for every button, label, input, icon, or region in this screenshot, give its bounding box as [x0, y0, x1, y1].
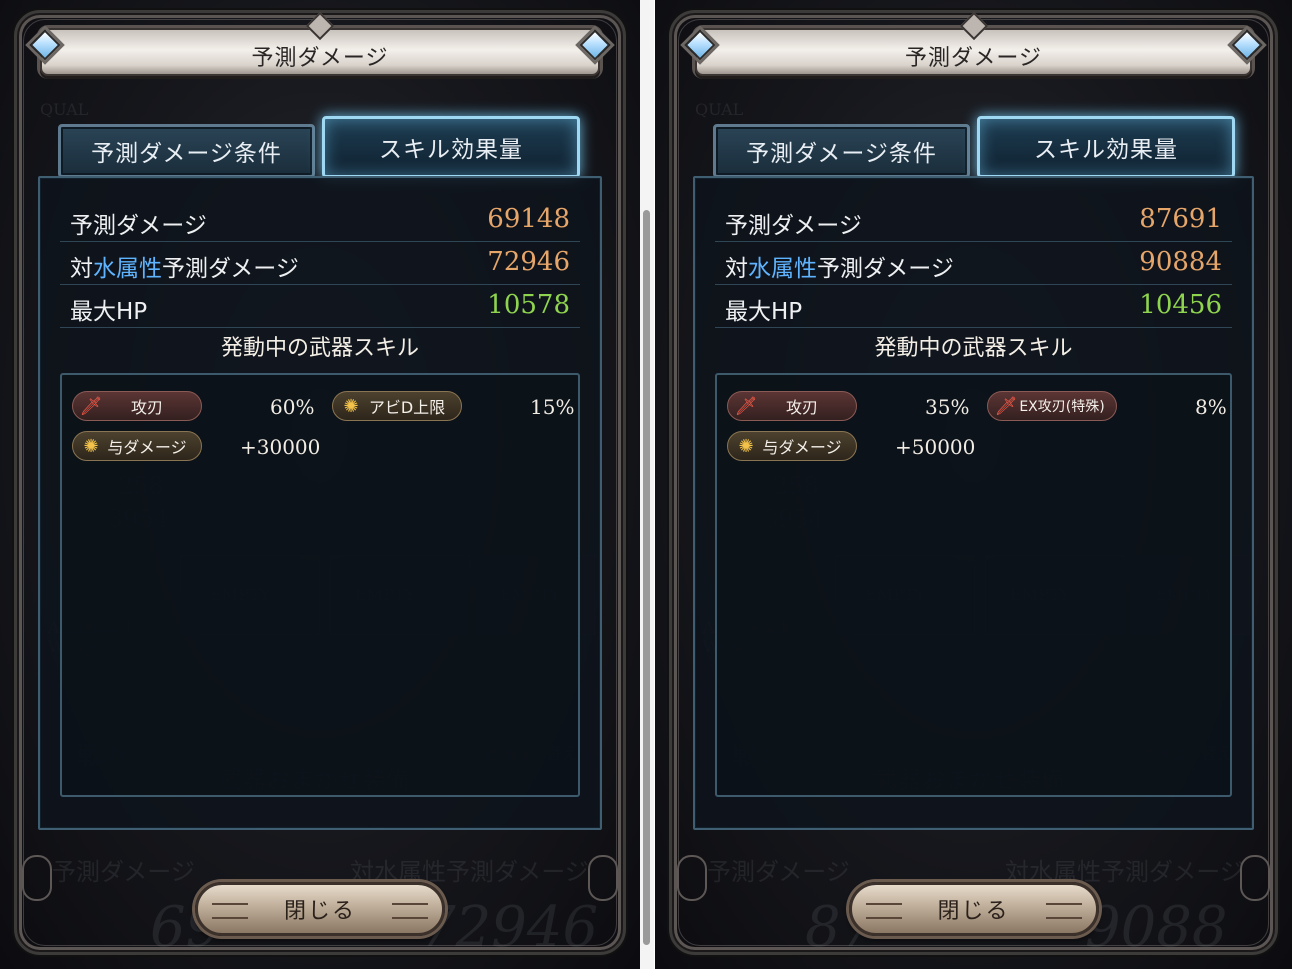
skill-name: アビD上限	[368, 398, 446, 417]
gear-icon: ✺	[343, 395, 359, 417]
sword-icon: 🗡	[994, 395, 1018, 417]
stat-row-max-hp: 最大HP 10578	[60, 286, 580, 328]
skill-value: +50000	[895, 435, 976, 459]
skill-value: 60%	[270, 395, 315, 419]
skill-pill: 🗡 EX攻刃(特殊)	[987, 391, 1117, 421]
stat-label-suffix: 予測ダメージ	[162, 256, 299, 282]
stat-value: 87691	[1139, 204, 1222, 234]
stat-label-prefix: 対	[70, 256, 93, 282]
skills-list: 🗡 攻刃 35% 🗡 EX攻刃(特殊) 8% ✺ 与ダメージ +50000	[715, 373, 1232, 797]
tab-label: 予測ダメージ条件	[91, 141, 282, 167]
predicted-damage-dialog-left: QUAL EMPTY EMPTY EMPTY Additional Weapon…	[0, 0, 640, 969]
skill-value: 35%	[925, 395, 970, 419]
predicted-damage-dialog-right: QUAL EMPTY EMPTY EMPTY Additional Weapon…	[655, 0, 1292, 969]
frame-ornament	[1240, 855, 1270, 901]
stat-value: 69148	[487, 204, 570, 234]
tab-label: スキル効果量	[379, 137, 523, 163]
content-panel: 予測ダメージ 69148 対水属性予測ダメージ 72946 最大HP 10578…	[38, 176, 602, 830]
frame-ornament	[588, 855, 618, 901]
dialog-title: 予測ダメージ	[905, 46, 1042, 71]
element-label: 水属性	[748, 256, 817, 282]
sword-icon: 🗡	[734, 395, 758, 417]
stat-row-predicted: 予測ダメージ 69148	[60, 200, 580, 242]
close-button[interactable]: 閉じる	[195, 882, 445, 936]
tab-label: 予測ダメージ条件	[746, 141, 937, 167]
skill-name: 攻刃	[130, 398, 163, 417]
skill-value: 8%	[1195, 395, 1227, 419]
stat-value: 10578	[487, 290, 570, 320]
skill-pill: 🗡 攻刃	[72, 391, 202, 421]
skill-name: 与ダメージ	[762, 438, 842, 457]
scrollbar-thumb[interactable]	[643, 210, 650, 945]
skill-pill: ✺ 与ダメージ	[72, 431, 202, 461]
stat-value: 90884	[1139, 247, 1222, 277]
skill-name: EX攻刃(特殊)	[1019, 399, 1105, 415]
stat-row-predicted: 予測ダメージ 87691	[715, 200, 1232, 242]
gear-icon: ✺	[738, 435, 754, 457]
stat-label: 予測ダメージ	[70, 213, 207, 239]
tab-damage-conditions[interactable]: 予測ダメージ条件	[713, 124, 970, 178]
skill-pill: ✺ アビD上限	[332, 391, 462, 421]
stat-label: 対水属性予測ダメージ	[725, 249, 954, 283]
stat-row-vs-water: 対水属性予測ダメージ 90884	[715, 243, 1232, 285]
stat-label: 最大HP	[725, 299, 803, 325]
close-button[interactable]: 閉じる	[848, 882, 1099, 936]
stat-label: 最大HP	[70, 299, 148, 325]
skill-value: +30000	[240, 435, 321, 459]
skills-list: 🗡 攻刃 60% ✺ アビD上限 15% ✺ 与ダメージ +30000	[60, 373, 580, 797]
scrollbar[interactable]	[640, 0, 654, 969]
skill-pill: 🗡 攻刃	[727, 391, 857, 421]
skills-header: 発動中の武器スキル	[60, 330, 580, 366]
close-button-label: 閉じる	[937, 899, 1010, 924]
tab-skill-effects[interactable]: スキル効果量	[322, 116, 580, 178]
stat-value: 10456	[1139, 290, 1222, 320]
stat-value: 72946	[487, 247, 570, 277]
close-button-label: 閉じる	[283, 899, 356, 924]
sword-icon: 🗡	[79, 395, 103, 417]
frame-ornament	[677, 855, 707, 901]
frame-ornament	[22, 855, 52, 901]
skills-header: 発動中の武器スキル	[715, 330, 1232, 366]
skill-value: 15%	[530, 395, 575, 419]
tab-damage-conditions[interactable]: 予測ダメージ条件	[58, 124, 315, 178]
gear-icon: ✺	[83, 435, 99, 457]
tab-skill-effects[interactable]: スキル効果量	[977, 116, 1235, 178]
stat-label: 対水属性予測ダメージ	[70, 249, 299, 283]
dialog-title: 予測ダメージ	[251, 46, 389, 71]
content-panel: 予測ダメージ 87691 対水属性予測ダメージ 90884 最大HP 10456…	[693, 176, 1254, 830]
stat-label-prefix: 対	[725, 256, 748, 282]
stat-label: 予測ダメージ	[725, 213, 862, 239]
stat-label-suffix: 予測ダメージ	[817, 256, 954, 282]
skill-name: 与ダメージ	[107, 438, 187, 457]
tab-label: スキル効果量	[1034, 137, 1178, 163]
element-label: 水属性	[93, 256, 162, 282]
skill-name: 攻刃	[785, 398, 818, 417]
stat-row-max-hp: 最大HP 10456	[715, 286, 1232, 328]
skill-pill: ✺ 与ダメージ	[727, 431, 857, 461]
stat-row-vs-water: 対水属性予測ダメージ 72946	[60, 243, 580, 285]
